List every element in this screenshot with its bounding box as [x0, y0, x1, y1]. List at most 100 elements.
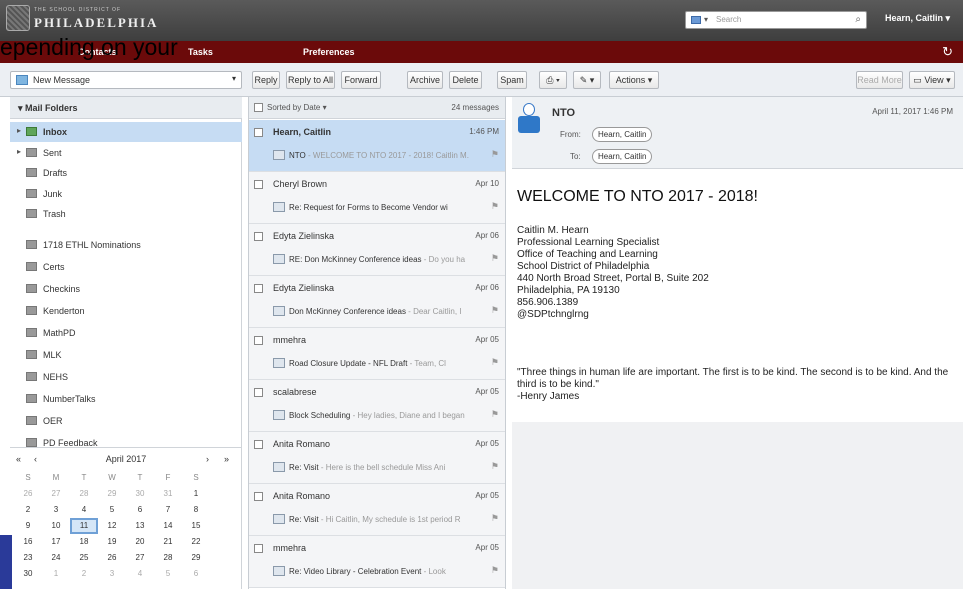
- folder-item[interactable]: MLK: [10, 345, 242, 365]
- calendar-day[interactable]: 29: [98, 486, 126, 502]
- message-row[interactable]: Anita Romano Apr 05 Re: Visit - Here is th…: [249, 432, 505, 484]
- calendar-day[interactable]: 16: [14, 534, 42, 550]
- flag-icon[interactable]: ⚑: [491, 305, 499, 316]
- message-checkbox[interactable]: [254, 336, 263, 345]
- search-icon[interactable]: ⌕: [855, 14, 861, 25]
- folder-item[interactable]: MathPD: [10, 323, 242, 343]
- calendar-day[interactable]: 4: [126, 566, 154, 582]
- search-input[interactable]: Search: [716, 15, 741, 24]
- message-row[interactable]: Anita Romano Apr 05 Re: Visit - Hi Caitlin…: [249, 484, 505, 536]
- message-checkbox[interactable]: [254, 128, 263, 137]
- message-checkbox[interactable]: [254, 492, 263, 501]
- message-row[interactable]: scalabrese Apr 05 Block Scheduling - Hey l…: [249, 380, 505, 432]
- flag-icon[interactable]: ⚑: [491, 565, 499, 576]
- read-more-button[interactable]: Read More: [856, 71, 903, 89]
- view-button[interactable]: ▭ View ▾: [909, 71, 955, 89]
- to-chip[interactable]: Hearn, Caitlin: [592, 149, 653, 164]
- message-row[interactable]: mmehra Apr 05 Road Closure Update - NFL Dr…: [249, 328, 505, 380]
- select-all-checkbox[interactable]: [254, 103, 263, 112]
- calendar-day[interactable]: 7: [154, 502, 182, 518]
- calendar-day[interactable]: 12: [98, 518, 126, 534]
- chevron-down-icon[interactable]: ▾: [232, 74, 236, 83]
- tab-preferences[interactable]: Preferences: [303, 47, 355, 57]
- folder-item[interactable]: OER: [10, 411, 242, 431]
- calendar-day[interactable]: 25: [70, 550, 98, 566]
- calendar-day[interactable]: 26: [98, 550, 126, 566]
- message-row[interactable]: Hearn, Caitlin 1:46 PM NTO - WELCOME TO NT…: [249, 120, 505, 172]
- calendar-day[interactable]: 2: [70, 566, 98, 582]
- district-logo[interactable]: THE SCHOOL DISTRICT OF PHILADELPHIA: [6, 3, 166, 35]
- next-year-icon[interactable]: »: [224, 454, 229, 464]
- actions-button[interactable]: Actions ▾: [609, 71, 659, 89]
- calendar-day[interactable]: 30: [14, 566, 42, 582]
- folder-junk[interactable]: Junk: [10, 184, 242, 204]
- folder-item[interactable]: 1718 ETHL Nominations: [10, 235, 242, 255]
- calendar-day[interactable]: 31: [154, 486, 182, 502]
- flag-icon[interactable]: ⚑: [491, 513, 499, 524]
- message-row[interactable]: Edyta Zielinska Apr 06 Don McKinney Confer…: [249, 276, 505, 328]
- tag-button[interactable]: ✎ ▾: [573, 71, 601, 89]
- calendar-day[interactable]: 30: [126, 486, 154, 502]
- folder-item[interactable]: Checkins: [10, 279, 242, 299]
- reply-all-button[interactable]: Reply to All: [286, 71, 335, 89]
- sort-menu[interactable]: Sorted by Date ▾: [267, 103, 327, 112]
- flag-icon[interactable]: ⚑: [491, 357, 499, 368]
- flag-icon[interactable]: ⚑: [491, 461, 499, 472]
- flag-icon[interactable]: ⚑: [491, 201, 499, 212]
- calendar-day[interactable]: 3: [98, 566, 126, 582]
- calendar-day[interactable]: 28: [70, 486, 98, 502]
- flag-icon[interactable]: ⚑: [491, 149, 499, 160]
- calendar-day[interactable]: 28: [154, 550, 182, 566]
- folders-header[interactable]: ▾ Mail Folders: [10, 97, 242, 119]
- folder-item[interactable]: NumberTalks: [10, 389, 242, 409]
- calendar-day[interactable]: 21: [154, 534, 182, 550]
- chevron-down-icon[interactable]: ▾: [704, 15, 708, 24]
- folder-sent[interactable]: ▸ Sent: [10, 143, 242, 163]
- calendar-day[interactable]: 22: [182, 534, 210, 550]
- expand-icon[interactable]: ▸: [17, 147, 21, 156]
- calendar-day[interactable]: 1: [182, 486, 210, 502]
- message-checkbox[interactable]: [254, 440, 263, 449]
- print-button[interactable]: ⎙ ▾: [539, 71, 567, 89]
- calendar-day[interactable]: 17: [42, 534, 70, 550]
- flag-icon[interactable]: ⚑: [491, 253, 499, 264]
- from-chip[interactable]: Hearn, Caitlin: [592, 127, 653, 142]
- calendar-day[interactable]: 15: [182, 518, 210, 534]
- new-message-button[interactable]: New Message ▾: [10, 71, 242, 89]
- calendar-day[interactable]: 6: [182, 566, 210, 582]
- message-checkbox[interactable]: [254, 232, 263, 241]
- folder-trash[interactable]: Trash: [10, 204, 242, 224]
- calendar-day[interactable]: 2: [14, 502, 42, 518]
- message-checkbox[interactable]: [254, 180, 263, 189]
- calendar-day[interactable]: 23: [14, 550, 42, 566]
- calendar-day[interactable]: 14: [154, 518, 182, 534]
- calendar-day[interactable]: 9: [14, 518, 42, 534]
- tab-tasks[interactable]: Tasks: [188, 47, 213, 57]
- message-row[interactable]: mmehra Apr 05 Re: Video Library - Celebrat…: [249, 536, 505, 588]
- expand-icon[interactable]: ▸: [17, 126, 21, 135]
- spam-button[interactable]: Spam: [497, 71, 527, 89]
- calendar-day[interactable]: 27: [126, 550, 154, 566]
- calendar-day[interactable]: 26: [14, 486, 42, 502]
- calendar-day[interactable]: 13: [126, 518, 154, 534]
- calendar-day[interactable]: 20: [126, 534, 154, 550]
- folder-item[interactable]: Kenderton: [10, 301, 242, 321]
- folder-inbox[interactable]: ▸ Inbox: [10, 122, 242, 142]
- calendar-day[interactable]: 5: [98, 502, 126, 518]
- reply-button[interactable]: Reply: [252, 71, 280, 89]
- calendar-day[interactable]: 18: [70, 534, 98, 550]
- calendar-day[interactable]: 3: [42, 502, 70, 518]
- calendar-day[interactable]: 5: [154, 566, 182, 582]
- message-checkbox[interactable]: [254, 284, 263, 293]
- archive-button[interactable]: Archive: [407, 71, 443, 89]
- delete-button[interactable]: Delete: [449, 71, 482, 89]
- user-menu[interactable]: Hearn, Caitlin ▾: [885, 13, 950, 24]
- search-scope-icon[interactable]: [691, 16, 701, 24]
- calendar-day[interactable]: 29: [182, 550, 210, 566]
- calendar-day[interactable]: 1: [42, 566, 70, 582]
- forward-button[interactable]: Forward: [341, 71, 381, 89]
- calendar-day[interactable]: 24: [42, 550, 70, 566]
- calendar-day[interactable]: 6: [126, 502, 154, 518]
- folder-drafts[interactable]: Drafts: [10, 163, 242, 183]
- calendar-day[interactable]: 19: [98, 534, 126, 550]
